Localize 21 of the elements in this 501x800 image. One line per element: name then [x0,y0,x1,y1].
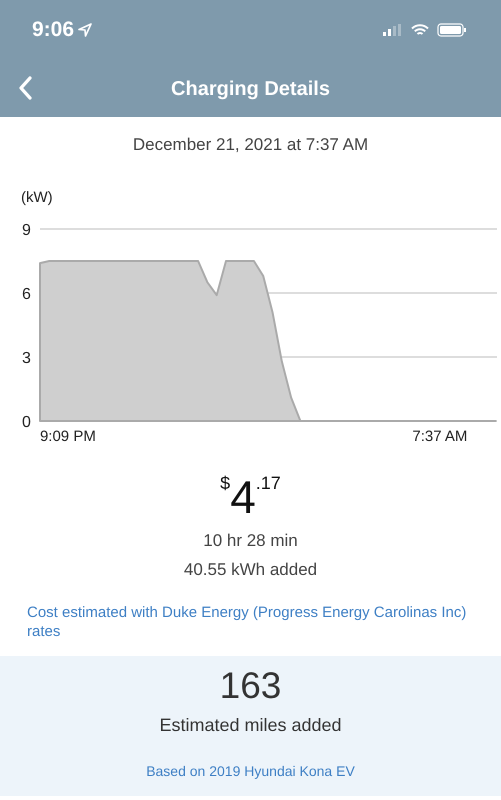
y-tick-label: 9 [22,222,31,238]
energy-added: 40.55 kWh added [182,559,318,581]
battery-icon [437,23,467,37]
session-date: December 21, 2021 at 7:37 AM [132,134,370,156]
status-time: 9:06 [32,17,74,44]
miles-value: 163 [218,666,282,706]
charge-duration: 10 hr 28 min [202,530,299,552]
y-tick-label: 6 [22,286,31,302]
screen-title: Charging Details [171,76,330,102]
miles-label: Estimated miles added [158,714,343,738]
x-tick-label: 7:37 AM [412,428,468,444]
vehicle-note: Based on 2019 Hyundai Kona EV [145,762,356,782]
x-tick-label: 9:09 PM [40,428,96,444]
signal-icon [383,24,403,36]
wifi-icon [411,24,429,36]
y-tick-label: 0 [22,414,31,430]
axis-unit: (kW) [21,188,53,206]
rate-note: Cost estimated with Duke Energy (Progress Energy Carolinas Inc) rates [26,602,468,642]
y-tick-label: 3 [22,350,31,366]
cost-amount: $^{$}$4$^{.17}$ [219,474,282,520]
location-icon [78,23,92,37]
